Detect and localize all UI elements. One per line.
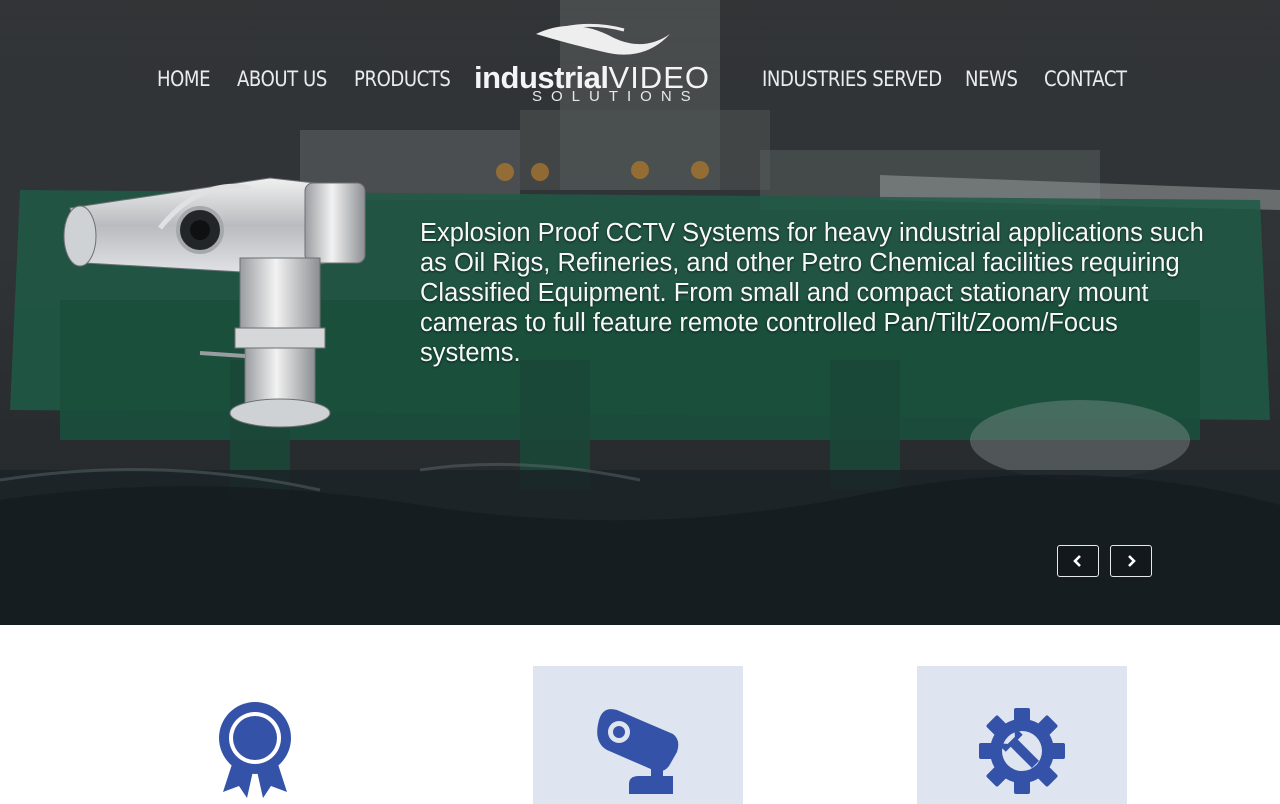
slider-prev-button[interactable] — [1057, 545, 1099, 577]
slider-next-button[interactable] — [1110, 545, 1152, 577]
nav-industries-served[interactable]: INDUSTRIES SERVED — [762, 62, 942, 96]
nav-home[interactable]: HOME — [157, 62, 211, 96]
nav-contact[interactable]: CONTACT — [1044, 62, 1127, 96]
chevron-right-icon — [1128, 555, 1136, 567]
feature-service[interactable] — [917, 666, 1127, 804]
nav-products[interactable]: PRODUCTS — [354, 62, 451, 96]
feature-cameras[interactable] — [533, 666, 743, 804]
logo-subtitle: SOLUTIONS — [532, 88, 700, 105]
explosion-proof-camera-image — [63, 177, 366, 428]
wave-logo-mark-icon — [536, 23, 670, 55]
chevron-left-icon — [1073, 555, 1081, 567]
nav-news[interactable]: NEWS — [965, 62, 1018, 96]
feature-quality[interactable] — [150, 666, 360, 804]
gear-wrench-icon — [979, 708, 1065, 794]
award-ribbon-icon — [219, 702, 291, 798]
nav-about-us[interactable]: ABOUT US — [237, 62, 327, 96]
hero-description: Explosion Proof CCTV Systems for heavy i… — [420, 219, 1204, 367]
hero-banner: HOME ABOUT US PRODUCTS industrialVIDEO S… — [0, 0, 1280, 625]
site-logo[interactable]: industrialVIDEO SOLUTIONS — [474, 22, 736, 108]
security-camera-icon — [597, 709, 679, 794]
